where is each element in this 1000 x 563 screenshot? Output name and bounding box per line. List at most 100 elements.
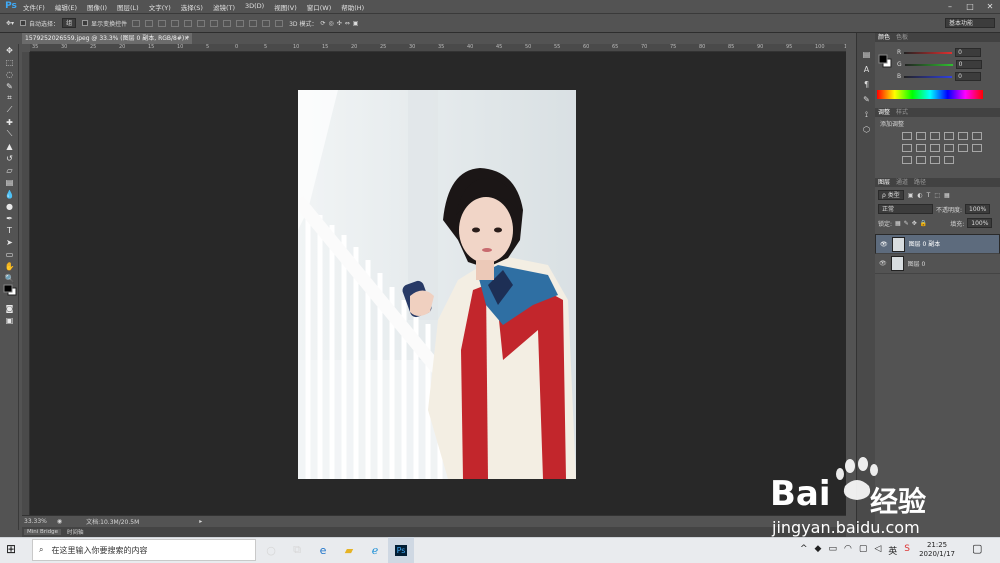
lock-transparent-icon[interactable]: ▦	[895, 220, 901, 227]
exposure-icon[interactable]	[944, 132, 954, 140]
workspace-dropdown[interactable]: 基本功能	[945, 18, 995, 28]
brush-panel-icon[interactable]: ✎	[857, 92, 876, 107]
color-lookup-icon[interactable]	[958, 144, 968, 152]
distribute-center-icon[interactable]	[262, 19, 271, 27]
lock-brush-icon[interactable]: ✎	[904, 220, 909, 227]
close-button[interactable]: ✕	[980, 0, 1000, 14]
posterize-icon[interactable]	[902, 156, 912, 164]
eyedropper-tool-icon[interactable]: ⟋	[0, 104, 19, 116]
menu-view[interactable]: 视图(V)	[274, 2, 297, 12]
tab-timeline[interactable]: 时间轴	[67, 528, 84, 536]
character-panel-icon[interactable]: A	[857, 62, 876, 77]
menu-type[interactable]: 文字(Y)	[149, 2, 171, 12]
distribute-top-icon[interactable]	[210, 19, 219, 27]
clone-stamp-tool-icon[interactable]: ▲	[0, 140, 19, 152]
red-value-field[interactable]: 0	[955, 48, 982, 57]
filter-adjust-icon[interactable]: ◐	[917, 192, 922, 199]
align-bottom-icon[interactable]	[158, 19, 167, 27]
gradient-map-icon[interactable]	[944, 156, 954, 164]
selective-color-icon[interactable]	[930, 156, 940, 164]
pen-tool-icon[interactable]: ✒	[0, 212, 19, 224]
vibrance-icon[interactable]	[958, 132, 968, 140]
path-select-tool-icon[interactable]: ➤	[0, 236, 19, 248]
black-white-icon[interactable]	[916, 144, 926, 152]
tab-adjustments[interactable]: 调整	[878, 108, 890, 117]
align-top-icon[interactable]	[132, 19, 141, 27]
3d-roll-icon[interactable]: ◎	[328, 20, 333, 27]
quick-select-tool-icon[interactable]: ✎	[0, 80, 19, 92]
tab-swatches[interactable]: 色板	[896, 33, 908, 42]
history-brush-tool-icon[interactable]: ↺	[0, 152, 19, 164]
volume-icon[interactable]: ◁	[874, 544, 881, 557]
3d-panel-icon[interactable]: ⬡	[857, 122, 876, 137]
filter-smart-icon[interactable]: ▦	[944, 192, 950, 199]
cortana-icon[interactable]: ○	[258, 537, 284, 563]
3d-rotate-icon[interactable]: ⟳	[320, 20, 325, 27]
curves-icon[interactable]	[930, 132, 940, 140]
opacity-field[interactable]: 100%	[965, 204, 991, 214]
close-tab-icon[interactable]: ×	[184, 33, 189, 44]
clock[interactable]: 21:25 2020/1/17	[919, 541, 955, 559]
visibility-eye-icon[interactable]: 👁	[879, 260, 887, 267]
type-tool-icon[interactable]: T	[0, 224, 19, 236]
notification-center-icon[interactable]: ▢	[972, 542, 982, 555]
brush-tool-icon[interactable]: ⟍	[0, 128, 19, 140]
tab-channels[interactable]: 通道	[896, 178, 908, 187]
brightness-icon[interactable]	[902, 132, 912, 140]
rectangle-tool-icon[interactable]: ▭	[0, 248, 19, 260]
menu-help[interactable]: 帮助(H)	[341, 2, 364, 12]
hand-tool-icon[interactable]: ✋	[0, 260, 19, 272]
align-middle-icon[interactable]	[145, 19, 154, 27]
sogou-icon[interactable]: S	[904, 544, 910, 557]
tab-layers[interactable]: 图层	[878, 178, 890, 187]
color-swatches-icon[interactable]	[0, 284, 19, 296]
ie-browser-icon[interactable]: ℯ	[362, 537, 388, 563]
dodge-tool-icon[interactable]: ●	[0, 200, 19, 212]
crop-tool-icon[interactable]: ⌗	[0, 92, 19, 104]
tab-mini-bridge[interactable]: Mini Bridge	[24, 529, 61, 535]
screen-mode-icon[interactable]: ▣	[0, 314, 19, 326]
filter-pixel-icon[interactable]: ▣	[908, 192, 914, 199]
lock-all-icon[interactable]: 🔒	[920, 220, 927, 227]
windows-start-icon[interactable]: ⊞	[6, 542, 16, 556]
tab-paths[interactable]: 路径	[914, 178, 926, 187]
blue-slider[interactable]	[904, 75, 953, 78]
red-slider[interactable]	[904, 51, 953, 54]
invert-icon[interactable]	[972, 144, 982, 152]
layer-row[interactable]: 👁 图层 0	[875, 254, 1000, 274]
align-center-icon[interactable]	[184, 19, 193, 27]
menu-file[interactable]: 文件(F)	[23, 2, 45, 12]
menu-window[interactable]: 窗口(W)	[307, 2, 332, 12]
channel-mixer-icon[interactable]	[944, 144, 954, 152]
menu-filter[interactable]: 滤镜(T)	[213, 2, 235, 12]
auto-select-option[interactable]: 自动选择： 组	[20, 18, 77, 28]
hue-saturation-icon[interactable]	[972, 132, 982, 140]
history-panel-icon[interactable]: ▤	[857, 47, 876, 62]
3d-drag-icon[interactable]: ✣	[337, 20, 342, 27]
layer-kind-filter[interactable]: ρ 类型	[878, 190, 904, 200]
taskbar-search-box[interactable]: ⌕ 在这里输入你要搜索的内容	[32, 539, 256, 561]
menu-select[interactable]: 选择(S)	[181, 2, 203, 12]
distribute-middle-icon[interactable]	[223, 19, 232, 27]
zoom-level[interactable]: 33.33%	[24, 518, 47, 525]
align-left-icon[interactable]	[171, 19, 180, 27]
threshold-icon[interactable]	[916, 156, 926, 164]
filter-type-icon[interactable]: T	[927, 192, 931, 199]
menu-edit[interactable]: 编辑(E)	[55, 2, 77, 12]
tray-app-icon[interactable]: ◆	[815, 544, 822, 557]
blend-mode-dropdown[interactable]: 正常	[878, 204, 933, 214]
lasso-tool-icon[interactable]: ◌	[0, 68, 19, 80]
input-method-icon[interactable]: 英	[888, 544, 897, 557]
maximize-button[interactable]: □	[960, 0, 980, 14]
task-view-icon[interactable]: ⧉	[284, 537, 310, 563]
status-menu-arrow-icon[interactable]: ▸	[199, 518, 202, 525]
color-spectrum[interactable]	[877, 90, 983, 99]
color-swatch-icon[interactable]	[878, 54, 892, 68]
show-transform-option[interactable]: 显示变换控件	[82, 19, 127, 28]
green-slider[interactable]	[904, 63, 953, 66]
quick-mask-icon[interactable]: ◙	[0, 302, 19, 314]
minimize-button[interactable]: –	[940, 0, 960, 14]
menu-3d[interactable]: 3D(D)	[245, 2, 264, 12]
marquee-tool-icon[interactable]: ⬚	[0, 56, 19, 68]
green-value-field[interactable]: 0	[955, 60, 982, 69]
